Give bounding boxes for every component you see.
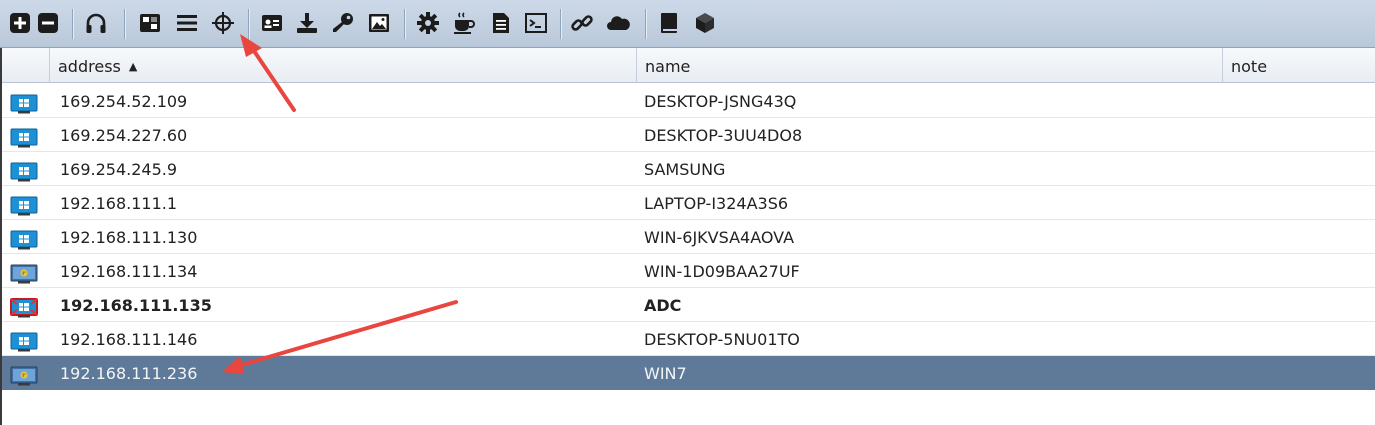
name-cell: DESKTOP-5NU01TO	[644, 330, 800, 349]
table-header: address ▲ name note	[2, 48, 1375, 83]
credentials-icon[interactable]	[260, 11, 284, 35]
cloud-icon[interactable]	[606, 11, 630, 35]
toolbar-separator	[248, 9, 249, 39]
name-cell: DESKTOP-JSNG43Q	[644, 92, 797, 111]
address-cell: 192.168.111.130	[60, 228, 198, 247]
column-header-label: name	[645, 57, 691, 76]
toolbar-separator	[404, 9, 405, 39]
table-row[interactable]: 169.254.245.9 SAMSUNG	[2, 152, 1375, 186]
name-cell: LAPTOP-I324A3S6	[644, 194, 789, 213]
table-row[interactable]: 169.254.227.60 DESKTOP-3UU4DO8	[2, 118, 1375, 152]
sort-ascending-icon: ▲	[128, 60, 138, 73]
toolbar-separator	[124, 9, 125, 39]
column-header-address[interactable]: address ▲	[49, 48, 636, 83]
address-cell: 169.254.245.9	[60, 160, 178, 179]
image-icon[interactable]	[367, 11, 391, 35]
windows10-icon	[10, 91, 38, 114]
table-row[interactable]: 192.168.111.130 WIN-6JKVSA4AOVA	[2, 220, 1375, 254]
column-header-name[interactable]: name	[636, 48, 1222, 83]
name-cell: ADC	[644, 296, 682, 315]
table-row[interactable]: 192.168.111.1 LAPTOP-I324A3S6	[2, 186, 1375, 220]
column-header-label: address	[58, 57, 121, 76]
column-header-label: note	[1231, 57, 1268, 76]
address-cell: 192.168.111.134	[60, 262, 198, 281]
windows7-icon	[10, 261, 38, 284]
coffee-icon[interactable]	[452, 11, 476, 35]
crosshair-icon[interactable]	[211, 11, 235, 35]
name-cell: WIN-1D09BAA27UF	[644, 262, 800, 281]
table-row[interactable]: 169.254.52.109 DESKTOP-JSNG43Q	[2, 84, 1375, 118]
address-cell: 192.168.111.236	[60, 364, 198, 383]
windows10-icon	[10, 193, 38, 216]
add-icon[interactable]	[8, 11, 32, 35]
toolbar	[0, 0, 1375, 48]
targets-table: address ▲ name note 169.254.52.109 DESKTOP…	[0, 48, 1375, 425]
windows10-icon	[10, 125, 38, 148]
windows10-compromised-icon	[10, 295, 38, 318]
list-icon[interactable]	[175, 11, 199, 35]
link-icon[interactable]	[570, 11, 594, 35]
name-cell: WIN7	[644, 364, 687, 383]
name-cell: DESKTOP-3UU4DO8	[644, 126, 803, 145]
name-cell: SAMSUNG	[644, 160, 726, 179]
address-cell: 169.254.227.60	[60, 126, 188, 145]
table-row[interactable]: 192.168.111.134 WIN-1D09BAA27UF	[2, 254, 1375, 288]
table-row[interactable]: 192.168.111.146 DESKTOP-5NU01TO	[2, 322, 1375, 356]
table-row[interactable]: 192.168.111.236 WIN7	[2, 356, 1375, 390]
address-cell: 192.168.111.146	[60, 330, 198, 349]
toolbar-separator	[560, 9, 561, 39]
terminal-icon[interactable]	[524, 11, 548, 35]
windows10-icon	[10, 227, 38, 250]
windows10-icon	[10, 329, 38, 352]
remove-icon[interactable]	[36, 11, 60, 35]
document-icon[interactable]	[489, 11, 513, 35]
headphones-icon[interactable]	[84, 11, 108, 35]
column-header-note[interactable]: note	[1222, 48, 1375, 83]
table-row[interactable]: 192.168.111.135 ADC	[2, 288, 1375, 322]
key-icon[interactable]	[331, 11, 355, 35]
address-cell: 169.254.52.109	[60, 92, 188, 111]
gear-icon[interactable]	[416, 11, 440, 35]
toolbar-separator	[645, 9, 646, 39]
address-cell: 192.168.111.1	[60, 194, 178, 213]
book-icon[interactable]	[657, 11, 681, 35]
name-cell: WIN-6JKVSA4AOVA	[644, 228, 795, 247]
toolbar-separator	[72, 9, 73, 39]
pivot-graph-icon[interactable]	[138, 11, 162, 35]
address-cell: 192.168.111.135	[60, 296, 212, 315]
download-icon[interactable]	[295, 11, 319, 35]
cube-icon[interactable]	[693, 11, 717, 35]
windows7-icon	[10, 363, 38, 386]
windows10-icon	[10, 159, 38, 182]
